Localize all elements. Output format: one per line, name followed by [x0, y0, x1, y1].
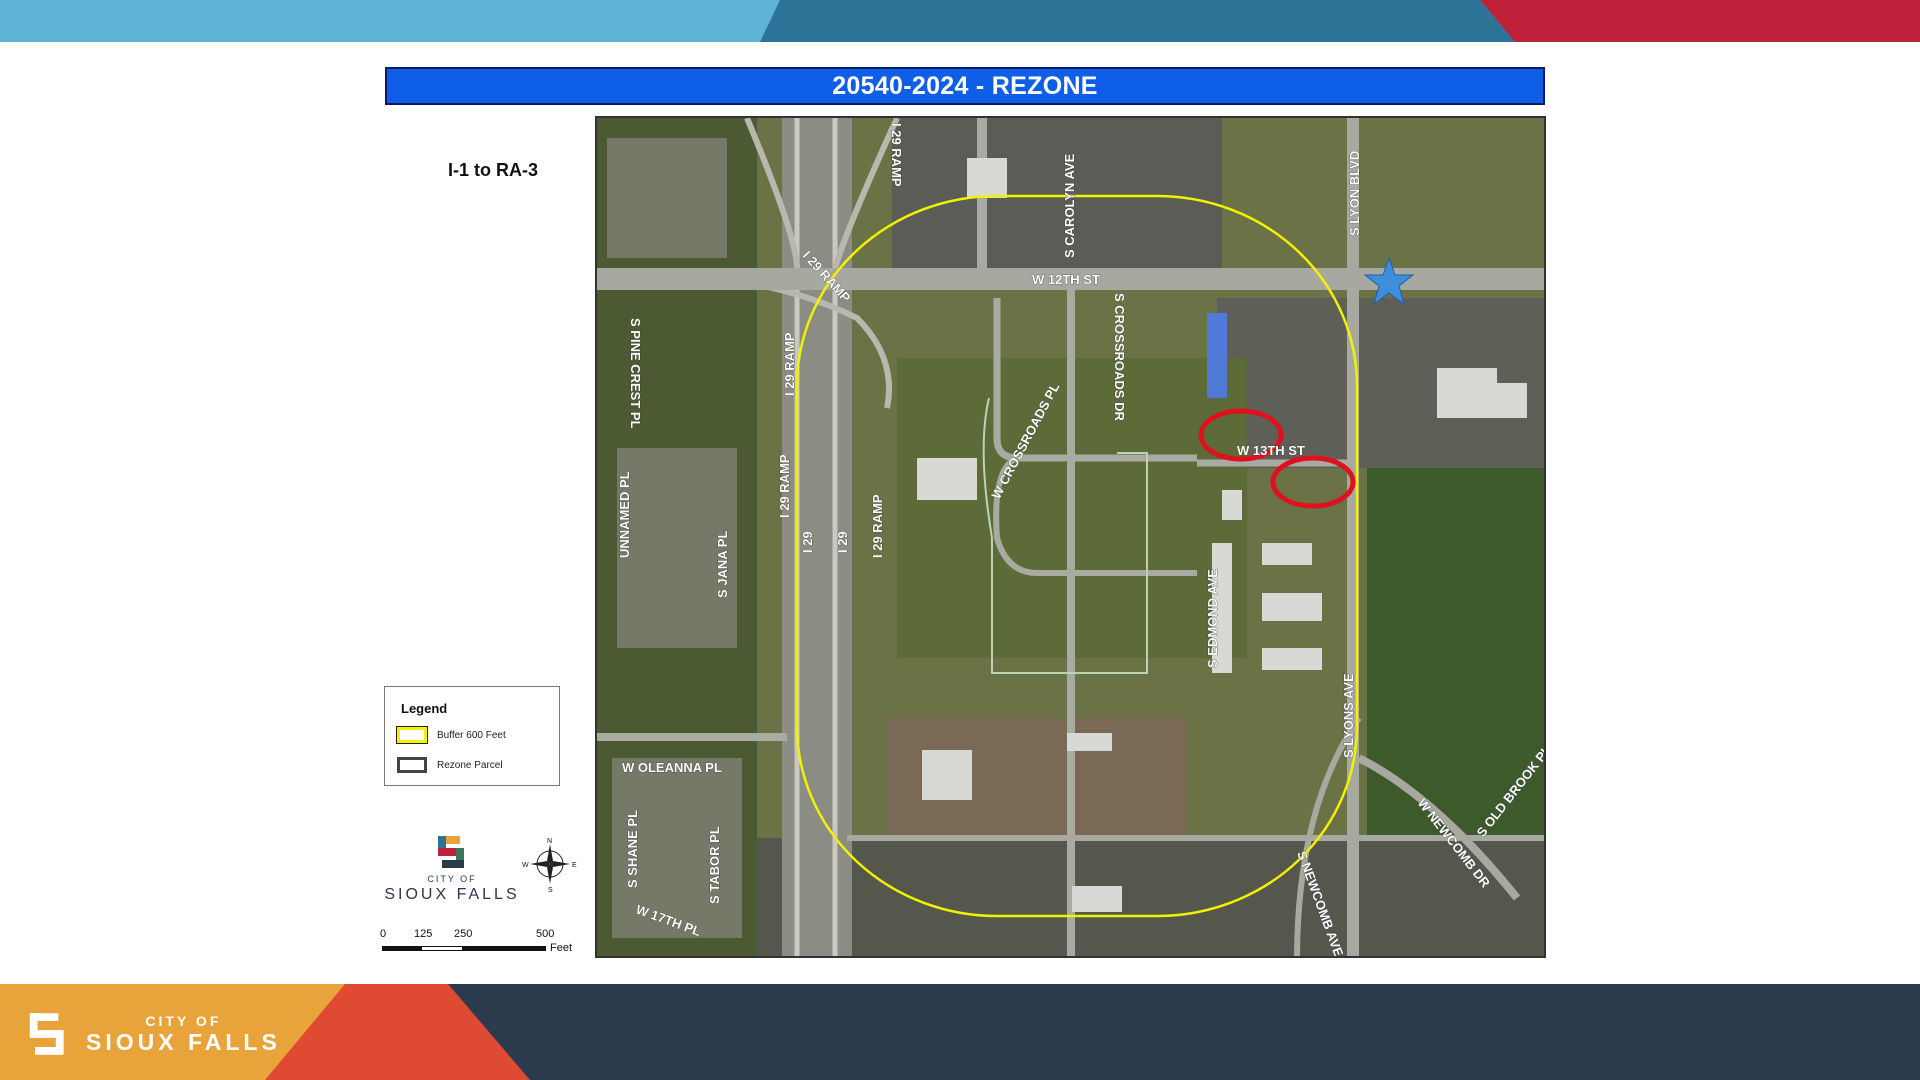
logo-city-of: CITY OF [427, 874, 477, 884]
street-label: I 29 RAMP [777, 454, 792, 518]
scale-unit: Feet [550, 942, 573, 954]
slide-title: 20540-2024 - REZONE [832, 71, 1098, 100]
street-label: S PINE CREST PL [628, 318, 643, 429]
footer-city-name: SIOUX FALLS [86, 1028, 281, 1055]
top-banner [0, 0, 1920, 42]
legend-item-label: Buffer 600 Feet [437, 729, 506, 741]
building [1072, 886, 1122, 912]
compass-e: E [572, 862, 577, 869]
street-label: I 29 [800, 531, 815, 553]
compass-w: W [522, 862, 529, 869]
scale-tick: 500 [536, 928, 555, 940]
logo-city-name: SIOUX FALLS [384, 886, 520, 903]
scale-tick: 125 [414, 928, 433, 940]
street-label: I 29 [835, 531, 850, 553]
street-label: I 29 RAMP [889, 123, 904, 187]
south-lots [757, 838, 1544, 956]
street-label: S SHANE PL [625, 810, 640, 888]
building [1207, 313, 1227, 398]
building [1262, 648, 1322, 670]
legend-item-label: Rezone Parcel [437, 759, 503, 771]
street-label: S LYONS AVE [1341, 673, 1356, 758]
street-label: I 29 RAMP [782, 332, 797, 396]
city-logo-icon [438, 836, 464, 868]
street-label: S CAROLYN AVE [1062, 153, 1077, 258]
street-label: S LYON BLVD [1347, 151, 1362, 236]
building [1487, 383, 1527, 418]
legend-item-buffer: Buffer 600 Feet [396, 725, 506, 745]
title-bar: 20540-2024 - REZONE [385, 67, 1545, 105]
compass-rose-icon: N S E W [522, 838, 577, 892]
building [1222, 490, 1242, 520]
street-label: I 29 RAMP [870, 494, 885, 558]
street-label: W OLEANNA PL [622, 760, 722, 775]
footer-city-of: CITY OF [145, 1012, 222, 1029]
aerial-map: W 12TH ST W 13TH ST S CAROLYN AVE S LYON… [595, 116, 1546, 958]
legend-item-rezone: Rezone Parcel [397, 755, 503, 775]
building [917, 458, 977, 500]
map-legend: Legend Buffer 600 Feet Rezone Parcel [384, 686, 560, 786]
street-label: W 12TH ST [1032, 272, 1100, 287]
scale-bar: 0 125 250 500 Feet [380, 928, 580, 958]
buffer-swatch [396, 726, 428, 744]
street-label: S EDMOND AVE [1205, 569, 1220, 668]
footer-banner [0, 984, 1920, 1080]
rezone-swatch [397, 757, 427, 773]
building [1262, 543, 1312, 565]
scale-tick: 0 [380, 928, 387, 940]
map-canvas: W 12TH ST W 13TH ST S CAROLYN AVE S LYON… [597, 118, 1544, 956]
commercial-north [892, 118, 1222, 268]
building [1262, 593, 1322, 621]
street-label: S CROSSROADS DR [1112, 293, 1127, 421]
building [967, 158, 1007, 198]
city-logo: CITY OF SIOUX FALLS [382, 832, 522, 906]
legend-title: Legend [401, 701, 448, 716]
building [1067, 733, 1112, 751]
compass-n: N [547, 838, 552, 845]
scale-tick: 250 [454, 928, 473, 940]
street-label: W 13TH ST [1237, 443, 1305, 458]
footer-logo-icon [29, 1013, 64, 1055]
street-label: UNNAMED PL [617, 471, 632, 558]
compass-s: S [548, 887, 553, 892]
street-label: S TABOR PL [707, 826, 722, 904]
zoning-change-label: I-1 to RA-3 [448, 160, 538, 180]
street-label: S JANA PL [715, 531, 730, 598]
footer-logo: CITY OF SIOUX FALLS [22, 1006, 281, 1062]
building [922, 750, 972, 800]
